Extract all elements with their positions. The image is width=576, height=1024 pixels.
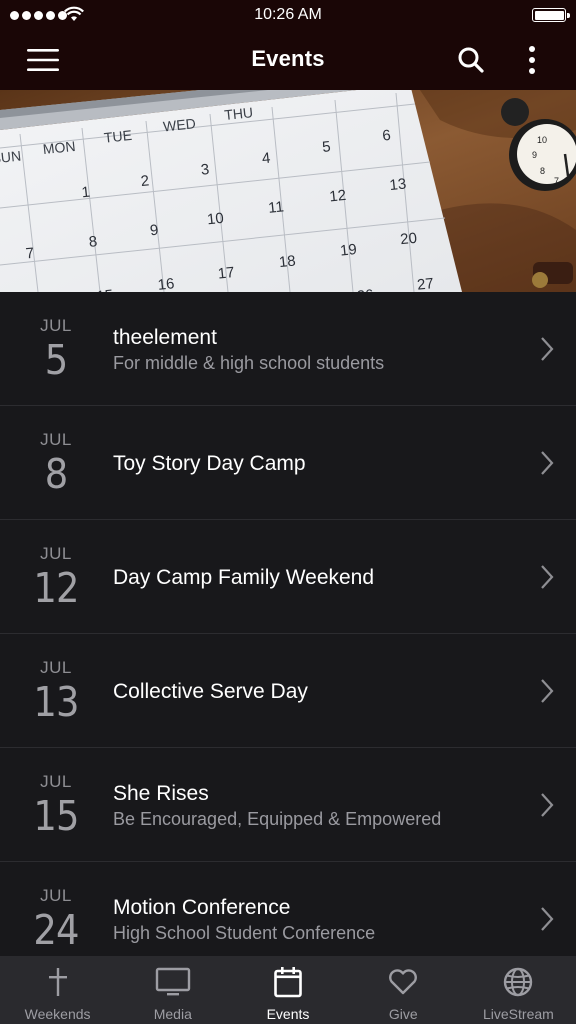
event-day: 12 [33,564,79,612]
svg-text:16: 16 [157,275,175,292]
tab-label: LiveStream [483,1006,554,1022]
svg-text:6: 6 [381,127,391,145]
tab-give[interactable]: Give [346,956,461,1024]
more-options-button[interactable] [510,30,554,90]
event-row[interactable]: JUL 5 theelement For middle & high schoo… [0,292,576,406]
status-bar: 10:26 AM [0,0,576,30]
svg-text:12: 12 [329,187,347,206]
event-row[interactable]: JUL 8 Toy Story Day Camp [0,406,576,520]
event-row[interactable]: JUL 15 She Rises Be Encouraged, Equipped… [0,748,576,862]
svg-text:WED: WED [162,115,196,134]
cross-icon [48,968,67,996]
event-title: Day Camp Family Weekend [113,565,375,589]
chevron-right-icon [541,793,554,817]
more-vertical-icon [529,46,535,74]
tab-bar: Weekends Media Events Give LiveStream [0,956,576,1024]
svg-text:7: 7 [25,245,35,263]
event-title: Toy Story Day Camp [113,451,306,475]
tab-livestream[interactable]: LiveStream [461,956,576,1024]
event-month: JUL [40,430,72,449]
events-list: JUL 5 theelement For middle & high schoo… [0,292,576,956]
svg-text:9: 9 [149,222,159,240]
svg-text:20: 20 [399,230,417,249]
tab-events[interactable]: Events [230,956,345,1024]
svg-text:11: 11 [267,198,284,217]
svg-text:17: 17 [217,264,235,283]
event-subtitle: High School Student Conference [113,922,376,943]
globe-icon [504,967,533,997]
svg-text:19: 19 [339,241,357,260]
event-month: JUL [40,316,72,335]
svg-text:18: 18 [278,252,296,271]
event-subtitle: For middle & high school students [113,352,385,373]
calendar-photo: SUN MON TUE WED THU 1 2 3 4 5 6 7 8 9 10… [0,90,576,292]
svg-text:MON: MON [42,138,76,157]
event-day: 13 [33,678,79,726]
chevron-right-icon [541,679,554,703]
chevron-right-icon [541,565,554,589]
status-time: 10:26 AM [254,6,322,23]
event-title: theelement [113,325,217,349]
battery-icon [532,8,570,22]
svg-text:5: 5 [321,138,331,156]
event-title: Motion Conference [113,895,291,919]
event-subtitle: Be Encouraged, Equipped & Empowered [113,808,442,829]
tab-media[interactable]: Media [115,956,230,1024]
svg-text:8: 8 [540,166,545,176]
tab-label: Media [153,1006,192,1022]
svg-text:4: 4 [261,150,271,168]
heart-icon [389,969,418,995]
tab-label: Give [388,1006,418,1022]
svg-text:TUE: TUE [103,127,133,146]
svg-text:7: 7 [554,176,559,186]
chevron-right-icon [541,907,554,931]
calendar-icon [274,967,302,998]
tab-label: Weekends [24,1006,91,1022]
event-row[interactable]: JUL 13 Collective Serve Day [0,634,576,748]
svg-text:1: 1 [81,184,91,202]
chevron-right-icon [541,451,554,475]
svg-text:THU: THU [223,104,253,123]
svg-text:13: 13 [389,175,407,194]
event-day: 15 [33,792,79,840]
events-banner-image: SUN MON TUE WED THU 1 2 3 4 5 6 7 8 9 10… [0,90,576,292]
event-day: 24 [33,906,79,954]
event-month: JUL [40,544,72,563]
event-month: JUL [40,772,72,791]
svg-text:10: 10 [537,135,547,145]
svg-text:10: 10 [206,210,224,229]
navigation-bar: Events [0,30,576,90]
event-row[interactable]: JUL 24 Motion Conference High School Stu… [0,862,576,956]
monitor-icon [155,967,190,996]
event-title: Collective Serve Day [113,679,308,703]
svg-text:3: 3 [200,161,210,179]
event-month: JUL [40,658,72,677]
event-month: JUL [40,886,72,905]
svg-text:2: 2 [140,172,150,190]
tab-label: Events [266,1006,310,1022]
event-row[interactable]: JUL 12 Day Camp Family Weekend [0,520,576,634]
tab-weekends[interactable]: Weekends [0,956,115,1024]
svg-text:SUN: SUN [0,148,22,167]
event-title: She Rises [113,781,209,805]
event-day: 5 [44,336,68,384]
search-button[interactable] [446,30,496,90]
chevron-right-icon [541,337,554,361]
event-day: 8 [44,450,68,498]
svg-text:9: 9 [532,150,537,160]
svg-text:8: 8 [88,233,98,251]
svg-text:27: 27 [416,275,434,292]
search-icon [458,47,484,73]
